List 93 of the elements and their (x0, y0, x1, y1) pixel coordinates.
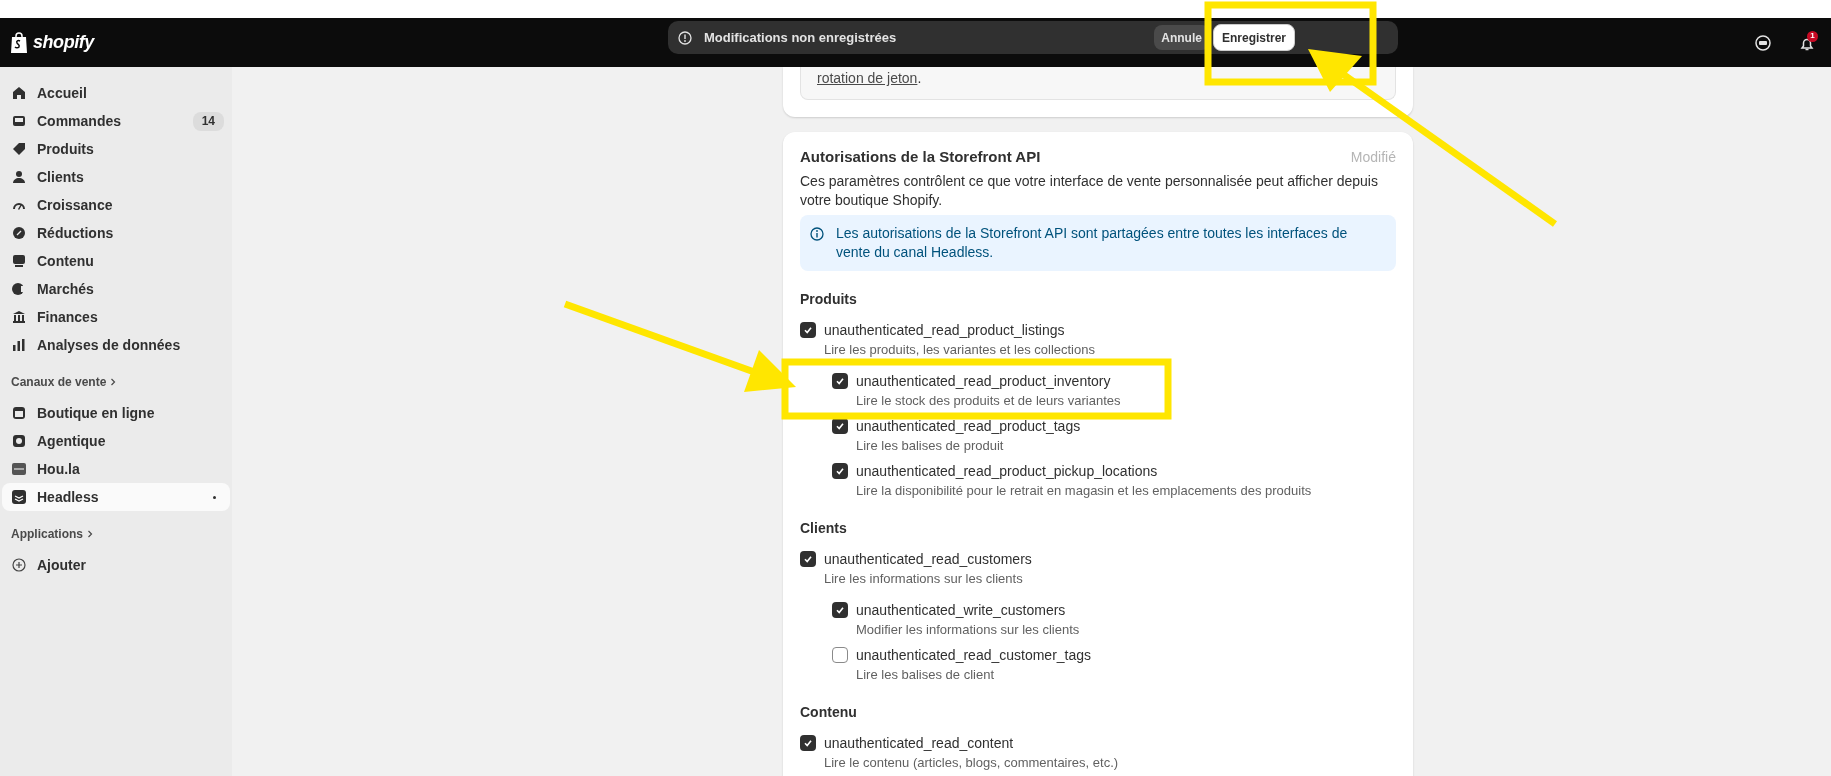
permission-description: Lire le contenu (articles, blogs, commentaires, etc.) (823, 753, 1120, 772)
sidebar-item-label: Commandes (37, 111, 123, 131)
sidebar-item[interactable]: Contenu (2, 247, 230, 275)
permission-name: unauthenticated_write_customers (856, 600, 1066, 620)
permission-description: Lire les balises de client (855, 665, 996, 684)
status-label: Modifié (1350, 147, 1396, 167)
sidebar-item-label: Clients (37, 167, 85, 187)
checkbox[interactable] (832, 373, 848, 389)
sidebar-item[interactable]: Finances (2, 303, 230, 331)
count-badge: 14 (192, 111, 224, 131)
checkmark-icon (835, 466, 845, 476)
tag-icon (11, 141, 27, 157)
sidebar-item-label: Finances (37, 307, 99, 327)
permission-name: unauthenticated_read_content (824, 733, 1014, 753)
permission-name: unauthenticated_read_customers (824, 549, 1032, 569)
sidebar-item[interactable]: Hou.la (2, 455, 230, 483)
checkmark-icon (835, 376, 845, 386)
sidebar-item-label: Croissance (37, 195, 114, 215)
permission-name: unauthenticated_read_product_listings (824, 320, 1065, 340)
checkbox[interactable] (800, 735, 816, 751)
person-icon (11, 169, 27, 185)
sidebar-item[interactable]: Analyses de données (2, 331, 230, 359)
group-heading: Clients (800, 518, 848, 538)
sidebar-section-link[interactable]: Applications (11, 525, 83, 543)
notification-badge: 1 (1807, 30, 1818, 42)
checkbox[interactable] (832, 647, 848, 663)
sidebar-item-label: Contenu (37, 251, 95, 271)
permission-name: unauthenticated_read_product_tags (856, 416, 1081, 436)
checkmark-icon (803, 554, 813, 564)
sidebar-item-label: Hou.la (37, 459, 81, 479)
shopify-wordmark: shopify (33, 31, 94, 54)
group-heading: Contenu (800, 702, 858, 722)
sidebar-item-label: Agentique (37, 431, 107, 451)
sidebar-item-label: Ajouter (37, 555, 87, 575)
sidebar-item-label: Marchés (37, 279, 95, 299)
permission-description: Lire le stock des produits et de leurs variantes (855, 391, 1122, 410)
checkbox[interactable] (832, 602, 848, 618)
chevron-icon (110, 378, 117, 386)
sidebar-item[interactable]: Headless (2, 483, 230, 511)
info-icon (810, 226, 824, 241)
sidebar-item[interactable]: Ajouter (2, 551, 230, 579)
group-heading: Produits (800, 289, 858, 309)
card-description: Ces paramètres contrôlent ce que votre interface de vente personnalisée peut afficher depuis votre boutique Shopify. (800, 171, 1379, 210)
inbox-icon (11, 113, 27, 129)
sidebar-item[interactable]: Croissance (2, 191, 230, 219)
sidebar-item[interactable]: Marchés (2, 275, 230, 303)
checkbox[interactable] (800, 322, 816, 338)
bag-logo-icon (10, 31, 28, 54)
sidebar-item[interactable]: Boutique en ligne (2, 399, 230, 427)
permission-description: Lire la disponibilité pour le retrait en magasin et les emplacements des produits (855, 481, 1313, 500)
permission-description: Modifier les informations sur les clients (855, 620, 1081, 639)
sidebar-item[interactable]: Accueil (2, 79, 230, 107)
sidebar-item[interactable]: Agentique (2, 427, 230, 455)
home-icon (11, 85, 27, 101)
permission-description: Lire les informations sur les clients (823, 569, 1024, 588)
permission-name: unauthenticated_read_customer_tags (856, 645, 1092, 665)
save-button[interactable]: Enregistrer (1212, 24, 1295, 51)
unsaved-changes-message: Modifications non enregistrées (704, 28, 897, 47)
chevron-icon (87, 530, 93, 538)
bar-chart-icon (11, 337, 27, 353)
sidebar-item-label: Produits (37, 139, 95, 159)
checkmark-icon (803, 738, 813, 748)
banner-text: Les autorisations de la Storefront API sont partagées entre toutes les interfaces de vente du canal Headless. (836, 223, 1349, 262)
permission-description: Lire les balises de produit (855, 436, 1005, 455)
app-icon (11, 461, 27, 477)
checkmark-icon (835, 605, 845, 615)
sidebar-item-label: Analyses de données (37, 335, 182, 355)
add-icon (11, 557, 27, 573)
layers-icon (11, 489, 27, 505)
sidebar-item[interactable]: Produits (2, 135, 230, 163)
store-icon (11, 405, 27, 421)
checkbox[interactable] (832, 463, 848, 479)
sidebar-section-link[interactable]: Canaux de vente (11, 373, 107, 391)
sidebar-item[interactable]: Commandes 14 (2, 107, 230, 135)
bank-icon (11, 309, 27, 325)
punctuation-text: . (917, 70, 922, 86)
permission-name: unauthenticated_read_product_pickup_locations (856, 461, 1158, 481)
info-icon (678, 30, 692, 45)
checkbox[interactable] (800, 551, 816, 567)
sidebar-item[interactable]: Réductions (2, 219, 230, 247)
checkmark-icon (835, 421, 845, 431)
screen-icon (11, 253, 27, 269)
sidebar-item-label: Boutique en ligne (37, 403, 156, 423)
sidebar-item-label: Accueil (37, 83, 88, 103)
store-avatar-icon[interactable] (1755, 34, 1771, 51)
permission-description: Lire les produits, les variantes et les collections (823, 340, 1096, 359)
discount-icon (11, 225, 27, 241)
card-title: Autorisations de la Storefront API (800, 147, 1041, 167)
checkmark-icon (803, 325, 813, 335)
permission-name: unauthenticated_read_product_inventory (856, 371, 1111, 391)
sidebar-item-label: Réductions (37, 223, 115, 243)
sidebar-item-label: Headless (37, 487, 100, 507)
sidebar-item[interactable]: Clients (2, 163, 230, 191)
